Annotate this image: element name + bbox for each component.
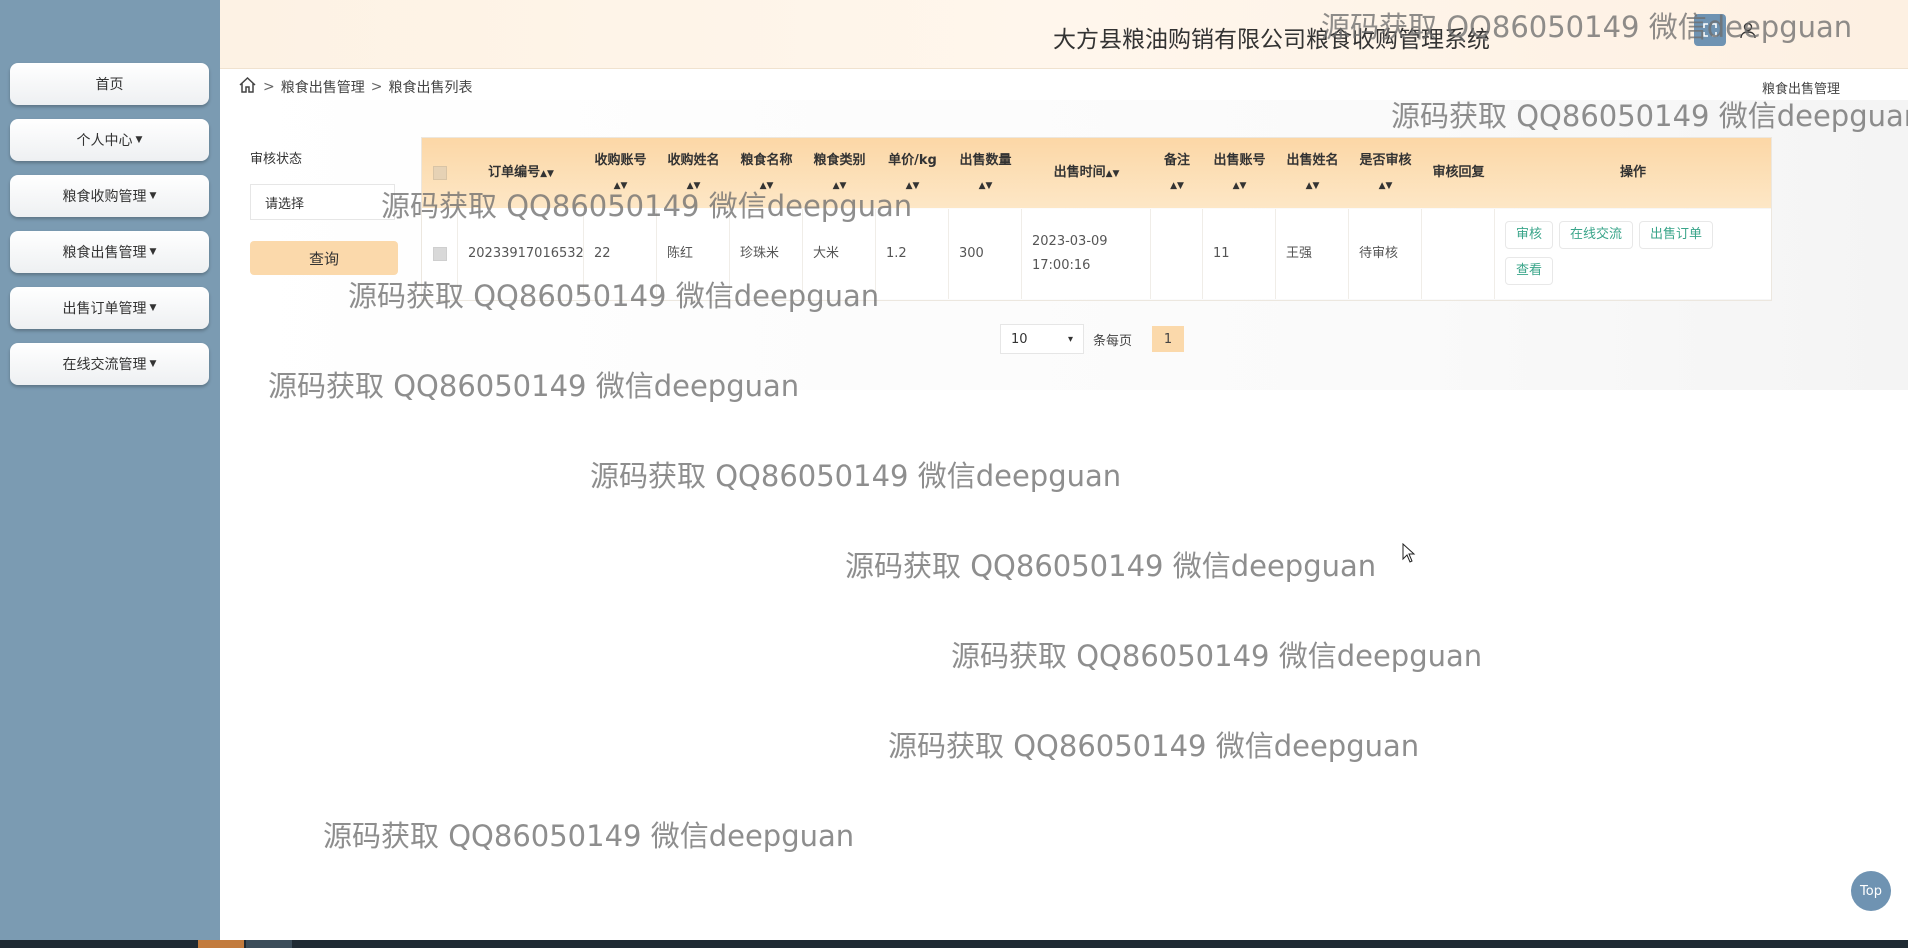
sale-order-button[interactable]: 出售订单: [1639, 221, 1714, 249]
sale-date: 2023-03-09: [1032, 234, 1108, 249]
breadcrumb-separator: >: [263, 79, 275, 95]
query-button[interactable]: 查询: [250, 241, 398, 275]
watermark: 源码获取 QQ86050149 微信deepguan: [590, 459, 1122, 493]
cell-remark: [1151, 209, 1203, 299]
breadcrumb-level2: 粮食出售列表: [388, 80, 473, 96]
view-button[interactable]: 查看: [1505, 257, 1554, 285]
watermark: 源码获取 QQ86050149 微信deepguan: [845, 549, 1377, 583]
caret-down-icon: ▼: [149, 359, 157, 369]
cell-audit-status: 待审核: [1349, 209, 1422, 299]
table-row: 20233917016532 22 陈红 珍珠米 大米 1.2 300 2023…: [422, 209, 1771, 299]
sidebar-item-personal-center[interactable]: 个人中心 ▼: [10, 119, 209, 161]
taskbar-app[interactable]: [246, 940, 292, 948]
data-table: 订单编号▲▼ 收购账号▲▼ 收购姓名▲▼ 粮食名称▲▼ 粮食类别▲▼ 单价/kg…: [421, 137, 1772, 301]
cell-buyer-account: 22: [584, 209, 657, 299]
table-header: 订单编号▲▼ 收购账号▲▼ 收购姓名▲▼ 粮食名称▲▼ 粮食类别▲▼ 单价/kg…: [422, 138, 1771, 208]
cell-quantity: 300: [949, 209, 1022, 299]
breadcrumb: > 粮食出售管理 > 粮食出售列表: [238, 76, 472, 98]
filter-label: 审核状态: [250, 152, 303, 167]
sidebar-item-online-chat[interactable]: 在线交流管理 ▼: [10, 343, 209, 385]
caret-down-icon: ▼: [149, 191, 157, 201]
caret-down-icon: ▼: [149, 303, 157, 313]
page-title: 大方县粮油购销有限公司粮食收购管理系统: [1053, 27, 1490, 53]
per-page-label: 条每页: [1093, 334, 1133, 349]
home-icon[interactable]: [238, 76, 257, 98]
breadcrumb-level1[interactable]: 粮食出售管理: [281, 77, 365, 97]
cell-unit-price: 1.2: [876, 209, 949, 299]
chevron-down-icon: ▾: [1067, 333, 1073, 345]
page-size-value: 10: [1011, 331, 1028, 347]
sidebar-item-grain-sale[interactable]: 粮食出售管理 ▼: [10, 231, 209, 273]
back-to-top-button[interactable]: Top: [1851, 871, 1891, 911]
sidebar: 首页 个人中心 ▼ 粮食收购管理 ▼ 粮食出售管理 ▼ 出售订单管理 ▼ 在线交流管理 ▼: [0, 0, 220, 940]
column-header[interactable]: 出售时间▲▼: [1022, 138, 1151, 208]
column-header[interactable]: 粮食名称▲▼: [730, 138, 803, 208]
column-header[interactable]: 收购账号▲▼: [584, 138, 657, 208]
mouse-cursor-icon: [1402, 542, 1416, 567]
taskbar-app[interactable]: [198, 940, 244, 948]
sidebar-item-sale-orders[interactable]: 出售订单管理 ▼: [10, 287, 209, 329]
column-header[interactable]: 收购姓名▲▼: [657, 138, 730, 208]
sidebar-item-label: 粮食出售管理: [62, 245, 147, 261]
cell-seller-account: 11: [1203, 209, 1276, 299]
column-header[interactable]: 出售姓名▲▼: [1276, 138, 1349, 208]
select-all-checkbox[interactable]: [422, 138, 458, 208]
cell-seller-name: 王强: [1276, 209, 1349, 299]
column-header[interactable]: 备注 ▲▼: [1151, 138, 1203, 208]
select-value: 请选择: [265, 196, 305, 212]
sidebar-item-label: 首页: [95, 77, 124, 93]
sidebar-item-label: 出售订单管理: [62, 301, 147, 317]
column-header: 操作: [1619, 165, 1646, 180]
column-header[interactable]: 单价/kg ▲▼: [876, 138, 949, 208]
online-chat-button[interactable]: 在线交流: [1559, 221, 1634, 249]
page-number-button[interactable]: 1: [1152, 326, 1184, 352]
column-header[interactable]: 出售数量▲▼: [949, 138, 1022, 208]
column-header[interactable]: 出售账号▲▼: [1203, 138, 1276, 208]
sidebar-item-label: 在线交流管理: [62, 357, 147, 373]
column-header[interactable]: 是否审核▲▼: [1349, 138, 1422, 208]
cell-grain-name: 珍珠米: [730, 209, 803, 299]
sidebar-item-grain-purchase[interactable]: 粮食收购管理 ▼: [10, 175, 209, 217]
column-header[interactable]: 订单编号▲▼: [458, 138, 584, 208]
watermark: 源码获取 QQ86050149 微信deepguan: [888, 729, 1420, 763]
cell-order-no: 20233917016532: [458, 209, 584, 299]
column-header: 审核回复: [1432, 165, 1485, 180]
cell-buyer-name: 陈红: [657, 209, 730, 299]
breadcrumb-right-title: 粮食出售管理: [1761, 82, 1840, 97]
breadcrumb-separator: >: [370, 79, 383, 95]
cell-grain-type: 大米: [803, 209, 876, 299]
watermark: 源码获取 QQ86050149 微信deepguan: [323, 819, 855, 853]
audit-button[interactable]: 审核: [1505, 221, 1554, 249]
cell-audit-reply: [1422, 209, 1495, 299]
sidebar-item-home[interactable]: 首页: [10, 63, 209, 105]
user-icon[interactable]: [1732, 14, 1764, 46]
cell-actions: 审核 在线交流 出售订单查看: [1495, 209, 1771, 299]
watermark: 源码获取 QQ86050149 微信deepguan: [951, 639, 1483, 673]
sidebar-item-label: 个人中心: [76, 133, 133, 149]
row-checkbox[interactable]: [422, 209, 458, 299]
caret-down-icon: ▼: [149, 247, 157, 257]
caret-down-icon: ▼: [135, 135, 143, 145]
sale-time: 17:00:16: [1032, 258, 1091, 273]
fullscreen-icon[interactable]: [1694, 14, 1726, 46]
page-size-select[interactable]: 10 ▾: [1000, 324, 1084, 354]
cell-sale-time: 2023-03-09 17:00:16: [1022, 209, 1151, 299]
audit-status-select[interactable]: 请选择: [250, 184, 395, 220]
sidebar-item-label: 粮食收购管理: [62, 189, 147, 205]
header: 大方县粮油购销有限公司粮食收购管理系统: [220, 0, 1908, 69]
column-header[interactable]: 粮食类别▲▼: [803, 138, 876, 208]
